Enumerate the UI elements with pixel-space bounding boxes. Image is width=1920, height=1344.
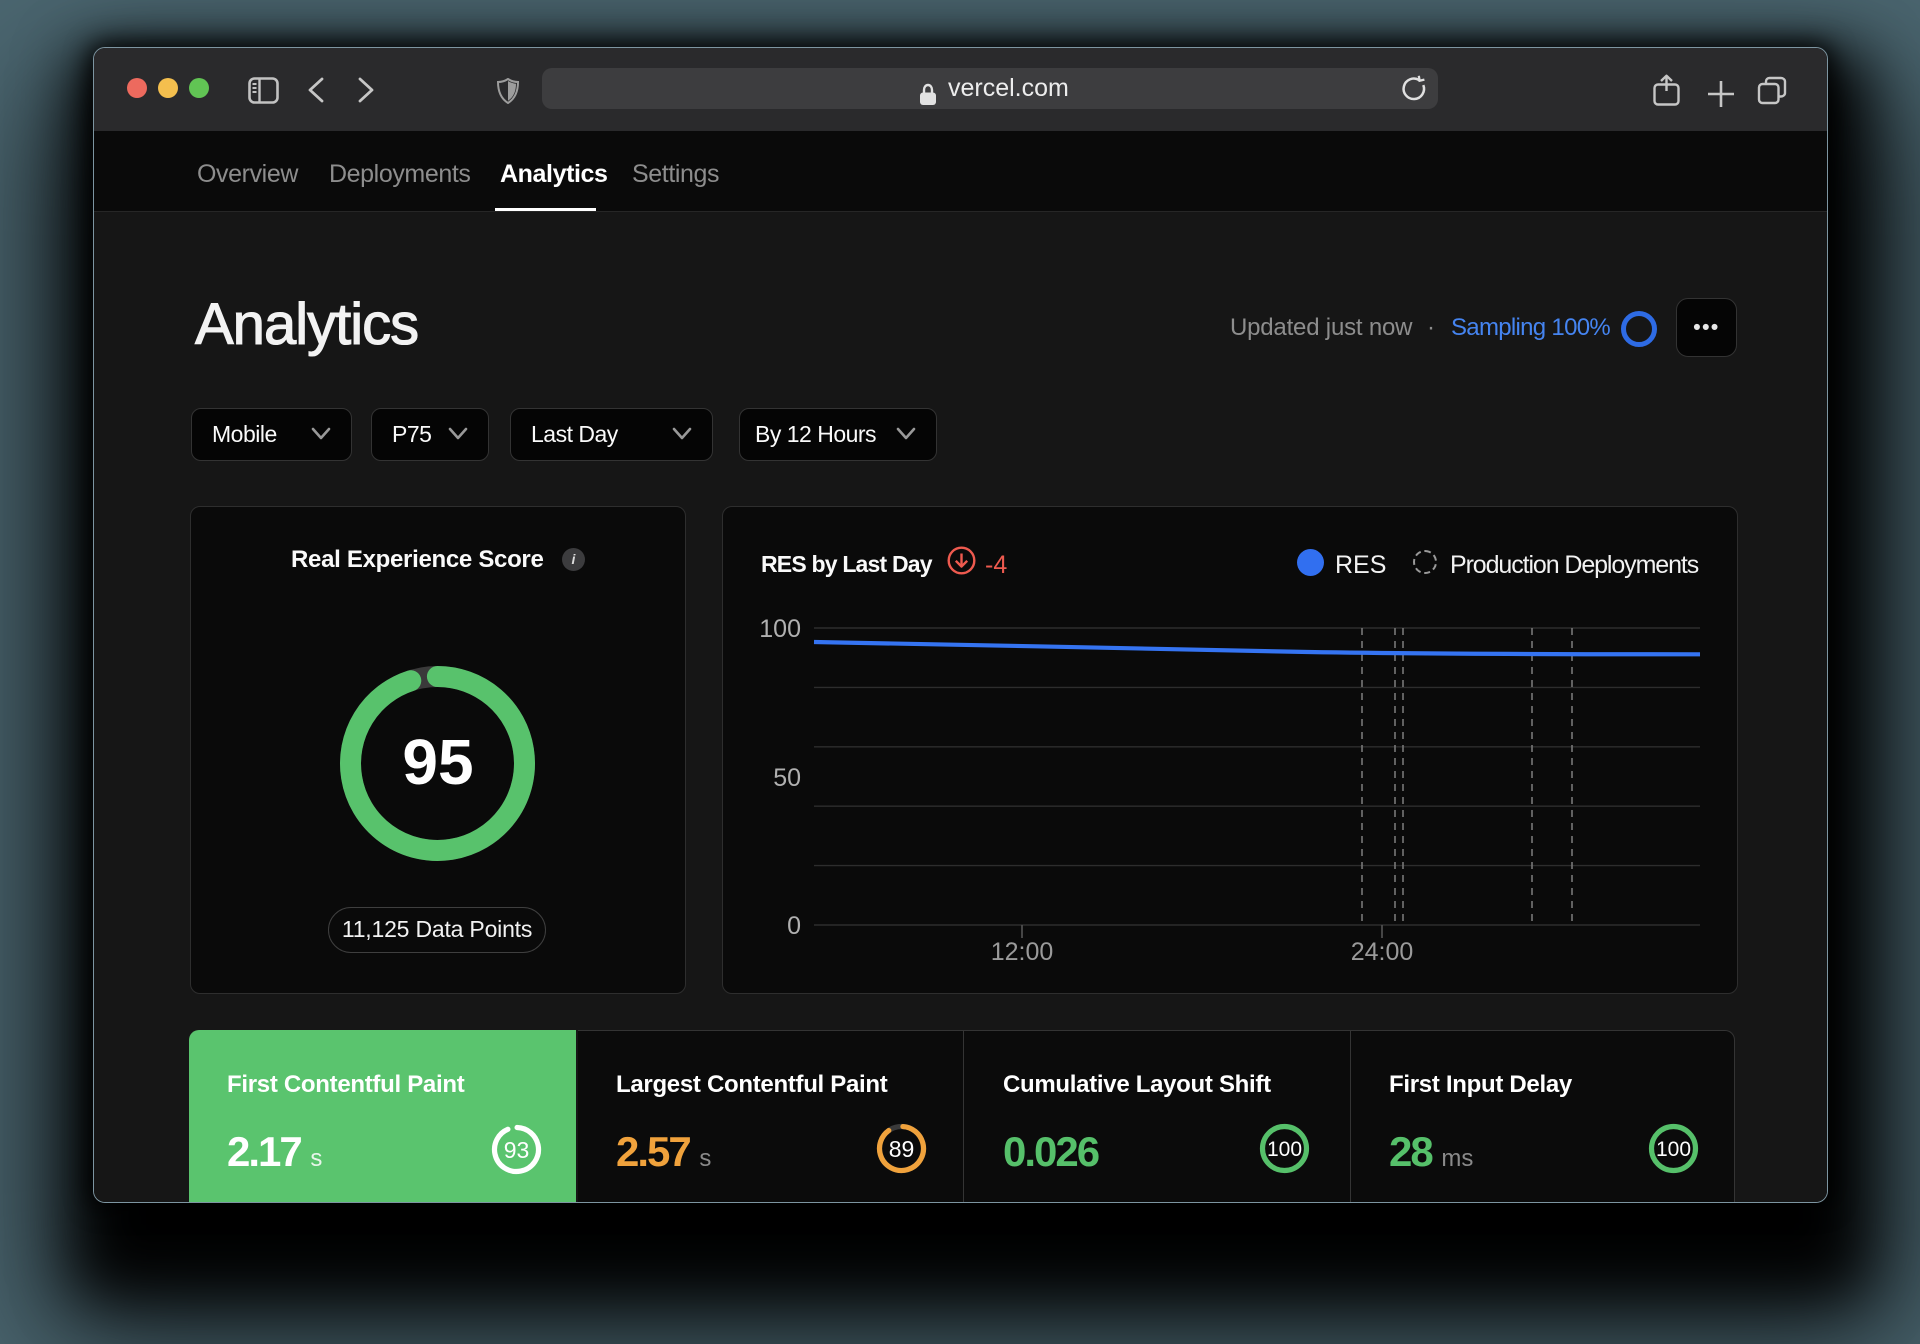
- svg-text:100: 100: [1656, 1138, 1691, 1161]
- svg-text:93: 93: [504, 1137, 530, 1163]
- svg-text:24:00: 24:00: [1351, 938, 1414, 966]
- svg-text:12:00: 12:00: [991, 938, 1054, 966]
- svg-text:100: 100: [1267, 1138, 1302, 1161]
- svg-text:0: 0: [787, 912, 801, 940]
- svg-text:89: 89: [889, 1136, 915, 1162]
- svg-text:100: 100: [759, 615, 801, 643]
- svg-text:50: 50: [773, 764, 801, 792]
